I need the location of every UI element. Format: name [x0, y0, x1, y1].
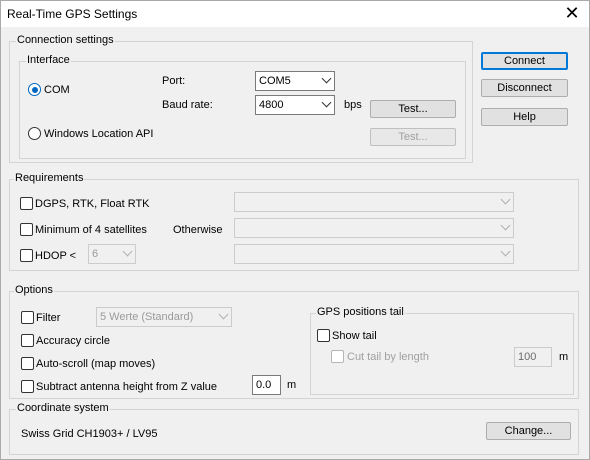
- coordinate-system-legend: Coordinate system: [16, 402, 110, 414]
- otherwise-label: Otherwise: [173, 224, 223, 236]
- com-label: COM: [44, 84, 70, 96]
- filter-label: Filter: [36, 312, 61, 324]
- chevron-down-icon: [500, 220, 511, 231]
- connection-settings-group: Connection settings Interface COM Port: …: [9, 34, 473, 163]
- test-button-disabled[interactable]: Test...: [370, 128, 456, 146]
- options-legend: Options: [14, 284, 54, 296]
- cut-tail-checkbox[interactable]: [331, 350, 344, 363]
- baud-rate-label: Baud rate:: [162, 99, 213, 111]
- cut-tail-unit: m: [559, 351, 569, 363]
- cut-tail-label: Cut tail by length: [347, 351, 429, 363]
- gps-tail-legend: GPS positions tail: [316, 306, 405, 318]
- antenna-height-unit: m: [287, 379, 297, 391]
- baud-rate-select[interactable]: 4800: [255, 95, 335, 115]
- requirements-group: Requirements DGPS, RTK, Float RTK Minimu…: [9, 172, 579, 271]
- close-icon[interactable]: ✕: [561, 3, 583, 25]
- test-button[interactable]: Test...: [370, 100, 456, 118]
- chevron-down-icon: [500, 194, 511, 205]
- disconnect-button[interactable]: Disconnect: [481, 79, 568, 97]
- show-tail-label: Show tail: [332, 330, 377, 342]
- com-radio[interactable]: [28, 83, 41, 96]
- dgps-checkbox[interactable]: [20, 197, 33, 210]
- port-label: Port:: [162, 75, 186, 87]
- options-group: Options Filter 5 Werte (Standard) Accura…: [9, 284, 579, 399]
- subtract-antenna-label: Subtract antenna height from Z value: [36, 381, 217, 393]
- auto-scroll-label: Auto-scroll (map moves): [36, 358, 156, 370]
- bps-label: bps: [344, 99, 362, 111]
- connect-button[interactable]: Connect: [481, 52, 568, 70]
- accuracy-circle-label: Accuracy circle: [36, 335, 110, 347]
- interface-legend: Interface: [26, 54, 71, 66]
- chevron-down-icon: [218, 309, 229, 320]
- dgps-select[interactable]: [234, 192, 514, 212]
- cut-tail-input[interactable]: 100: [514, 347, 552, 367]
- port-select[interactable]: COM5: [255, 71, 335, 91]
- filter-checkbox[interactable]: [21, 311, 34, 324]
- connection-settings-legend: Connection settings: [16, 34, 115, 46]
- requirements-legend: Requirements: [14, 172, 85, 184]
- title-bar: Real-Time GPS Settings ✕: [1, 1, 589, 27]
- change-coordinate-button[interactable]: Change...: [486, 422, 571, 440]
- help-button[interactable]: Help: [481, 108, 568, 126]
- hdop-label: HDOP <: [35, 250, 77, 262]
- show-tail-checkbox[interactable]: [317, 329, 330, 342]
- windows-location-api-radio[interactable]: [28, 127, 41, 140]
- antenna-height-input[interactable]: 0.0: [252, 375, 281, 395]
- filter-select[interactable]: 5 Werte (Standard): [96, 307, 232, 327]
- dgps-label: DGPS, RTK, Float RTK: [35, 198, 150, 210]
- coordinate-system-value: Swiss Grid CH1903+ / LV95: [21, 428, 158, 440]
- auto-scroll-checkbox[interactable]: [21, 357, 34, 370]
- chevron-down-icon: [500, 246, 511, 257]
- gps-tail-group: GPS positions tail Show tail Cut tail by…: [310, 306, 574, 395]
- windows-location-api-label: Windows Location API: [44, 128, 154, 140]
- settings-dialog: Real-Time GPS Settings ✕ Connection sett…: [0, 0, 590, 460]
- otherwise-select[interactable]: [234, 218, 514, 238]
- chevron-down-icon: [321, 97, 332, 108]
- chevron-down-icon: [122, 246, 133, 257]
- coordinate-system-group: Coordinate system Swiss Grid CH1903+ / L…: [9, 402, 579, 455]
- min-satellites-label: Minimum of 4 satellites: [35, 224, 147, 236]
- interface-group: Interface COM Port: COM5 Baud rate: 4800…: [19, 54, 466, 159]
- hdop-checkbox[interactable]: [20, 249, 33, 262]
- accuracy-circle-checkbox[interactable]: [21, 334, 34, 347]
- min-satellites-checkbox[interactable]: [20, 223, 33, 236]
- hdop-select[interactable]: 6: [88, 244, 136, 264]
- hdop-otherwise-select[interactable]: [234, 244, 514, 264]
- chevron-down-icon: [321, 73, 332, 84]
- window-title: Real-Time GPS Settings: [7, 7, 138, 21]
- subtract-antenna-checkbox[interactable]: [21, 380, 34, 393]
